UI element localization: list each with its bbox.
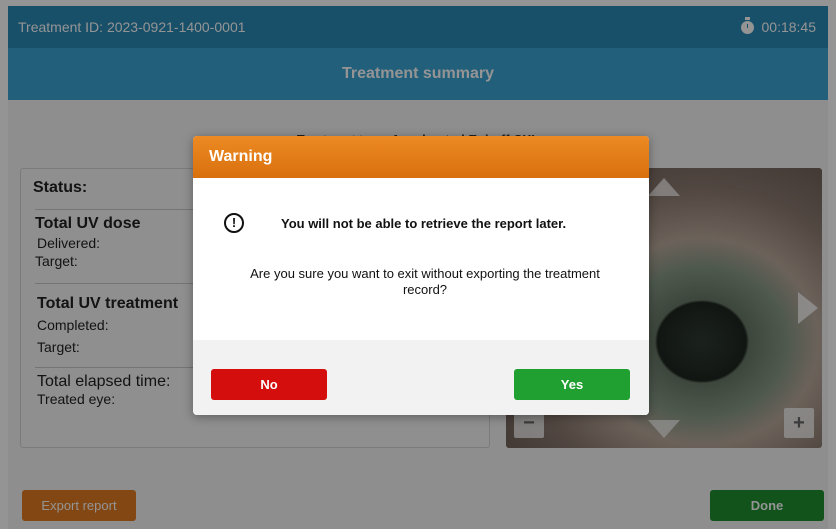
- yes-button[interactable]: Yes: [514, 369, 630, 400]
- dialog-footer: No Yes: [193, 340, 649, 415]
- dialog-title: Warning: [193, 136, 649, 178]
- alert-icon: !: [224, 213, 244, 233]
- dialog-message-secondary: Are you sure you want to exit without ex…: [250, 266, 600, 297]
- no-button[interactable]: No: [211, 369, 327, 400]
- dialog-message-primary: You will not be able to retrieve the rep…: [281, 216, 567, 231]
- dialog-body: ! You will not be able to retrieve the r…: [193, 178, 649, 340]
- warning-dialog: Warning ! You will not be able to retrie…: [193, 136, 649, 415]
